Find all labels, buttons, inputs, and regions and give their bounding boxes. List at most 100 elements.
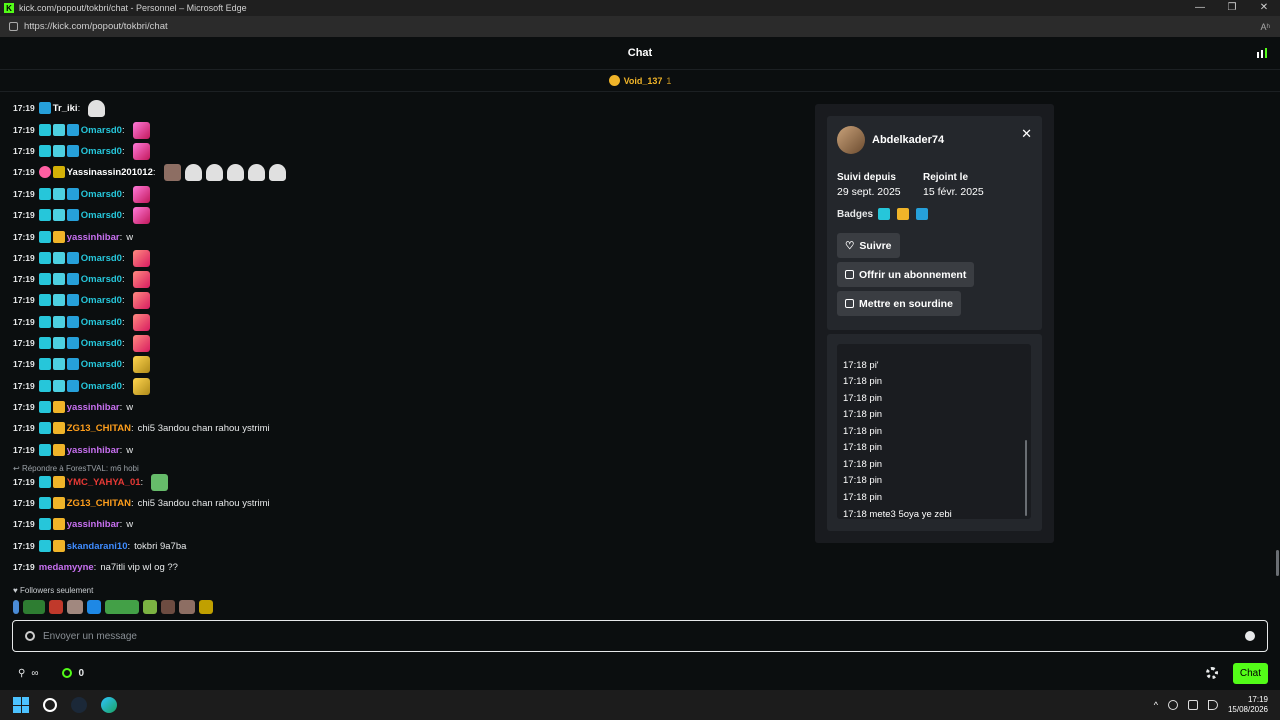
badges-label: Badges (837, 208, 874, 220)
chat-message[interactable]: 17:19 YMC_YAHYA_01: (13, 473, 169, 491)
chat-message[interactable]: 17:19 Omarsd0: (13, 142, 150, 160)
message-username[interactable]: Tr_iki (53, 103, 78, 114)
emote-icon[interactable] (67, 600, 83, 614)
message-username[interactable]: Omarsd0 (81, 210, 122, 221)
chat-message[interactable]: 17:19 medamyyne: na7itli vip wl og ?? (13, 558, 178, 576)
points-value: 0 (78, 667, 85, 679)
url-text[interactable]: https://kick.com/popout/tokbri/chat (24, 21, 168, 32)
message-username[interactable]: Omarsd0 (81, 317, 122, 328)
message-username[interactable]: Omarsd0 (81, 359, 122, 370)
message-username[interactable]: YMC_YAHYA_01 (67, 477, 141, 488)
message-username[interactable]: yassinhibar (67, 232, 120, 243)
volume-icon[interactable] (1207, 700, 1218, 710)
emote-icon[interactable] (105, 600, 139, 614)
chat-message[interactable]: 17:19 Omarsd0: (13, 291, 150, 309)
chat-message[interactable]: 17:19 ZG13_CHITAN: chi5 3andou chan raho… (13, 494, 270, 512)
send-chat-button[interactable]: Chat (1232, 662, 1268, 684)
emote-icon[interactable] (161, 600, 175, 614)
message-username[interactable]: ZG13_CHITAN (67, 423, 131, 434)
restore-button[interactable]: ❐ (1216, 0, 1248, 16)
follow-button[interactable]: ♡ Suivre (837, 233, 900, 258)
message-username[interactable]: Omarsd0 (81, 253, 122, 264)
sub-badge-icon (38, 273, 51, 285)
emote-icon[interactable] (143, 600, 157, 614)
message-username[interactable]: Omarsd0 (81, 381, 122, 392)
message-username[interactable]: yassinhibar (67, 519, 120, 530)
message-username[interactable]: medamyyne (39, 562, 94, 573)
chat-message[interactable]: 17:19 yassinhibar: w (13, 398, 133, 416)
reader-mode-icon[interactable]: Aʰ (1261, 22, 1270, 32)
reply-context[interactable]: ↩ Répondre à ForesTVAL: m6 hobi (13, 464, 139, 473)
chat-message[interactable]: 17:19 Omarsd0: (13, 249, 150, 267)
windows-start-icon[interactable] (13, 697, 29, 713)
emote-icon[interactable] (179, 600, 195, 614)
avatar[interactable] (837, 126, 865, 154)
channel-points-icon[interactable] (62, 668, 73, 678)
chat-message[interactable]: 17:19 Omarsd0: (13, 313, 150, 331)
chat-message[interactable]: 17:19 Omarsd0: (13, 121, 150, 139)
emote-icon[interactable] (199, 600, 213, 614)
microphone-icon[interactable] (1167, 700, 1178, 710)
emote-icon[interactable] (23, 600, 45, 614)
message-username[interactable]: ZG13_CHITAN (67, 498, 131, 509)
top-gifter-name[interactable]: Void_137 (624, 76, 663, 86)
message-username[interactable]: Omarsd0 (81, 146, 122, 157)
close-icon[interactable]: ✕ (1021, 126, 1032, 142)
address-bar[interactable]: https://kick.com/popout/tokbri/chat Aʰ (0, 16, 1280, 37)
chatroom-info-icon[interactable] (1256, 47, 1268, 59)
chat-message[interactable]: 17:19 yassinhibar: w (13, 228, 133, 246)
sub-badge-icon (38, 476, 51, 488)
top-gifter-bar[interactable]: Void_137 1 (0, 70, 1280, 92)
user-card: Abdelkader74 ✕ Suivi depuis 29 sept. 202… (815, 104, 1054, 543)
chat-message[interactable]: 17:19 Omarsd0: (13, 270, 150, 288)
message-input[interactable] (43, 630, 1233, 642)
chat-message[interactable]: 17:19 skandarani10: tokbri 9a7ba (13, 537, 186, 555)
system-clock[interactable]: 17:19 15/08/2026 (1228, 695, 1268, 715)
emote-icon[interactable] (49, 600, 63, 614)
steam-icon[interactable] (71, 697, 87, 713)
emoji-icon[interactable] (1245, 631, 1255, 641)
message-username[interactable]: yassinhibar (67, 445, 120, 456)
chat-message[interactable]: 17:19 Omarsd0: (13, 355, 150, 373)
message-username[interactable]: Omarsd0 (81, 338, 122, 349)
mute-button[interactable]: Mettre en sourdine (837, 291, 961, 316)
history-list[interactable]: 17:18 pi' 17:18 pin 17:18 pin 17:18 pin … (837, 344, 1031, 519)
chat-message[interactable]: 17:19 Omarsd0: (13, 334, 150, 352)
emote-icon (132, 377, 150, 395)
chat-message[interactable]: 17:19 Yassinassin201012: (13, 163, 286, 181)
edge-icon[interactable] (101, 697, 117, 713)
user-card-username[interactable]: Abdelkader74 (872, 134, 944, 146)
chevron-up-icon[interactable]: ^ (1154, 700, 1158, 710)
message-text: w (126, 518, 134, 530)
chat-message[interactable]: 17:19 Tr_iki: (13, 99, 106, 117)
message-username[interactable]: Omarsd0 (81, 189, 122, 200)
chat-message[interactable]: 17:19 yassinhibar: w (13, 441, 133, 459)
gear-icon[interactable] (1206, 667, 1218, 679)
message-username[interactable]: Omarsd0 (81, 295, 122, 306)
search-icon[interactable] (43, 698, 57, 712)
chat-scrollbar[interactable] (1276, 550, 1279, 576)
chat-messages: 17:19 Tr_iki: 17:19 Omarsd0: 17:19 Omars… (0, 93, 800, 583)
emote-icon[interactable] (13, 600, 19, 614)
minimize-button[interactable]: — (1184, 0, 1216, 16)
chat-message[interactable]: 17:19 yassinhibar: w (13, 515, 133, 533)
emote-icon[interactable] (87, 600, 101, 614)
gift-sub-button[interactable]: Offrir un abonnement (837, 262, 975, 287)
history-scrollbar[interactable] (1025, 440, 1027, 516)
close-window-button[interactable]: ✕ (1248, 0, 1280, 16)
chat-message[interactable]: 17:19 Omarsd0: (13, 377, 150, 395)
window-controls: — ❐ ✕ (1184, 0, 1280, 16)
chat-message[interactable]: 17:19 Omarsd0: (13, 206, 150, 224)
message-username[interactable]: Omarsd0 (81, 274, 122, 285)
chat-message[interactable]: 17:19 ZG13_CHITAN: chi5 3andou chan raho… (13, 419, 270, 437)
message-username[interactable]: yassinhibar (67, 402, 120, 413)
message-username[interactable]: Yassinassin201012 (67, 167, 153, 178)
emote-icon (151, 473, 169, 491)
network-icon[interactable] (1187, 700, 1198, 710)
message-username[interactable]: Omarsd0 (81, 125, 122, 136)
message-input-box[interactable] (12, 620, 1268, 652)
chat-message[interactable]: 17:19 Omarsd0: (13, 185, 150, 203)
history-line: 17:18 pin (843, 376, 883, 387)
message-username[interactable]: skandarani10 (67, 541, 128, 552)
share-icon[interactable]: ⚲ (18, 668, 25, 679)
